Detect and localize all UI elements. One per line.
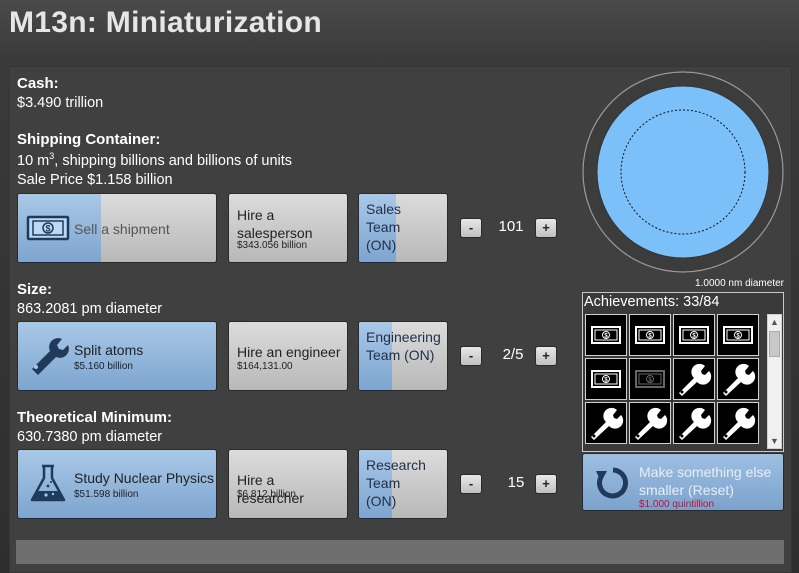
scroll-down-icon[interactable]: ▼: [768, 434, 781, 448]
achievement-wrench-icon[interactable]: [585, 402, 627, 444]
size-label: Size:: [17, 281, 53, 298]
achievement-money-icon[interactable]: $: [585, 314, 627, 356]
shipping-label: Shipping Container:: [17, 131, 161, 148]
engineering-team-label: Engineering Team (ON): [366, 329, 441, 363]
size-value: 863.2081 pm diameter: [17, 301, 163, 317]
diameter-caption: 1.0000 nm diameter: [695, 278, 784, 289]
achievement-wrench-icon[interactable]: [717, 402, 759, 444]
sell-shipment-label: Sell a shipment: [74, 221, 170, 237]
theoretical-minimum-label: Theoretical Minimum:: [17, 409, 173, 426]
wrench-icon: [32, 338, 69, 375]
achievement-wrench-icon[interactable]: [629, 402, 671, 444]
money-icon: $: [26, 215, 70, 241]
research-decrease-button[interactable]: -: [460, 474, 482, 494]
engineering-decrease-button[interactable]: -: [460, 346, 482, 366]
engineering-count: 2/5: [502, 346, 524, 363]
achievement-money-icon[interactable]: $: [585, 358, 627, 400]
current-size-circle: [596, 85, 770, 259]
reset-price: $1.000 quintillion: [639, 499, 715, 510]
sales-decrease-button[interactable]: -: [460, 218, 482, 238]
sales-team-label: Sales Team (ON): [366, 201, 402, 253]
svg-text:$: $: [45, 224, 50, 234]
achievements-title: Achievements: 33/84: [584, 294, 720, 310]
research-team-toggle[interactable]: Research Team (ON): [358, 449, 448, 519]
achievement-wrench-icon[interactable]: [717, 358, 759, 400]
reset-button[interactable]: Make something else smaller (Reset) $1.0…: [582, 453, 784, 511]
hire-researcher-button[interactable]: Hire a researcher $6.812 billion: [228, 449, 348, 519]
sales-team-toggle[interactable]: Sales Team (ON): [358, 193, 448, 263]
sales-increase-button[interactable]: +: [535, 218, 557, 238]
hire-salesperson-label: Hire a salesperson: [237, 207, 313, 241]
split-atoms-button[interactable]: Split atoms $5.160 billion: [17, 321, 217, 391]
scroll-up-icon[interactable]: ▲: [768, 315, 781, 329]
study-nuclear-physics-price: $51.598 billion: [74, 489, 139, 500]
hire-salesperson-button[interactable]: Hire a salesperson $343.056 billion: [228, 193, 348, 263]
bottom-status-bar: [16, 540, 784, 564]
cash-value: $3.490 trillion: [17, 95, 104, 111]
study-nuclear-physics-label: Study Nuclear Physics: [74, 470, 215, 486]
achievement-wrench-icon[interactable]: [673, 358, 715, 400]
size-visualization: [582, 71, 784, 273]
reset-icon: [596, 467, 629, 499]
achievement-wrench-icon[interactable]: [673, 402, 715, 444]
sell-shipment-button[interactable]: $ Sell a shipment: [17, 193, 217, 263]
achievements-panel: Achievements: 33/84 $ $ $ $ $ $ ▲ ▼: [582, 292, 784, 452]
achievement-money-icon[interactable]: $: [629, 314, 671, 356]
research-count: 15: [507, 474, 525, 491]
shipping-description-text: , shipping billions and billions of unit…: [54, 152, 293, 169]
engineering-team-toggle[interactable]: Engineering Team (ON): [358, 321, 448, 391]
hire-researcher-price: $6.812 billion: [237, 489, 296, 500]
achievements-scrollbar[interactable]: ▲ ▼: [767, 314, 782, 449]
hire-salesperson-price: $343.056 billion: [237, 240, 308, 251]
achievement-money-icon[interactable]: $: [717, 314, 759, 356]
achievement-money-icon[interactable]: $: [673, 314, 715, 356]
hire-engineer-button[interactable]: Hire an engineer $164,131.00: [228, 321, 348, 391]
hire-engineer-price: $164,131.00: [237, 361, 293, 372]
reset-label: Make something else smaller (Reset): [639, 464, 772, 498]
research-team-label: Research Team (ON): [366, 457, 426, 509]
sale-price: Sale Price $1.158 billion: [17, 172, 173, 188]
cash-label: Cash:: [17, 75, 59, 92]
page-title: M13n: Miniaturization: [9, 6, 322, 39]
hire-engineer-label: Hire an engineer: [237, 344, 341, 360]
shipping-volume: 10 m: [17, 152, 50, 169]
research-increase-button[interactable]: +: [535, 474, 557, 494]
split-atoms-price: $5.160 billion: [74, 361, 133, 372]
study-nuclear-physics-button[interactable]: Study Nuclear Physics $51.598 billion: [17, 449, 217, 519]
achievement-money-dim-icon[interactable]: $: [629, 358, 671, 400]
theoretical-minimum-value: 630.7380 pm diameter: [17, 429, 163, 445]
sales-count: 101: [498, 218, 524, 235]
split-atoms-label: Split atoms: [74, 342, 144, 358]
flask-icon: [30, 464, 66, 502]
achievements-grid: $ $ $ $ $ $: [585, 314, 761, 448]
engineering-increase-button[interactable]: +: [535, 346, 557, 366]
shipping-description: 10 m3, shipping billions and billions of…: [17, 151, 292, 169]
scrollbar-thumb[interactable]: [769, 331, 780, 357]
